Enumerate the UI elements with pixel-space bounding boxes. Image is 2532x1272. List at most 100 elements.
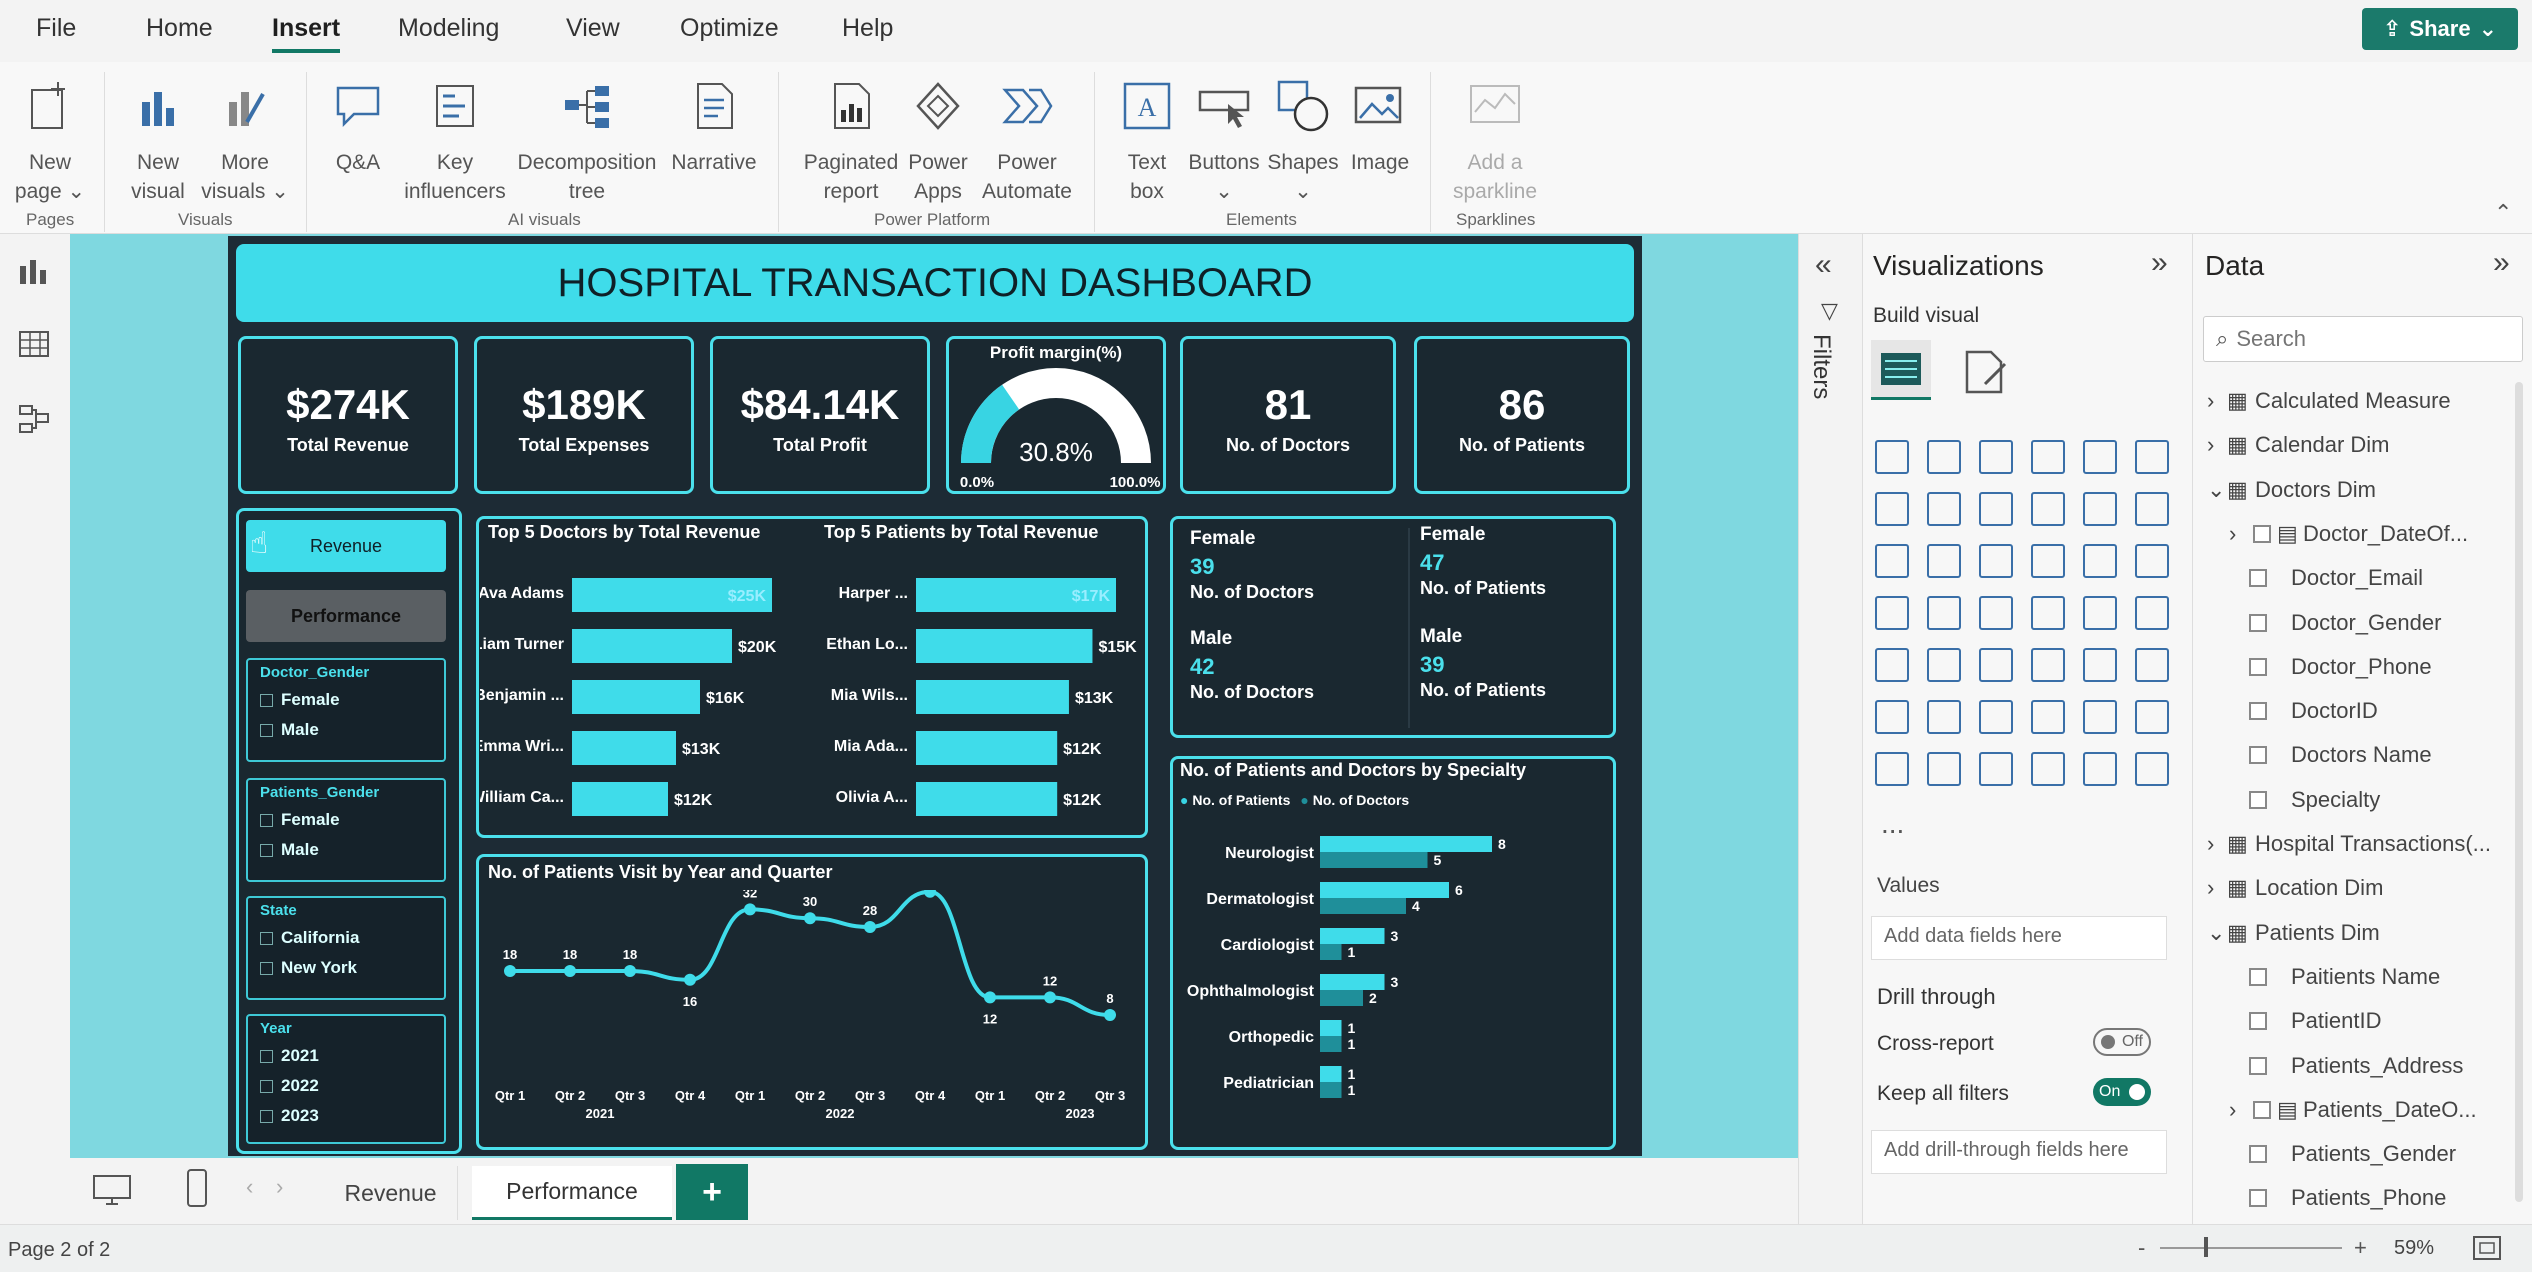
tab-revenue[interactable]: Revenue (324, 1166, 458, 1220)
slicer-year[interactable]: Year 2021 2022 2023 (246, 1014, 446, 1144)
data-search-input[interactable]: ⌕ (2203, 316, 2523, 362)
field-checkbox[interactable] (2249, 746, 2267, 765)
slicer-state[interactable]: State California New York (246, 896, 446, 1000)
bar[interactable] (572, 629, 732, 663)
kpi-total-revenue[interactable]: $274K Total Revenue (238, 336, 458, 494)
values-drop-zone[interactable]: Add data fields here (1871, 916, 2167, 960)
menu-home[interactable]: Home (146, 14, 213, 43)
more-visuals-button[interactable]: More visuals ⌄ (200, 78, 290, 206)
narrative-visual-icon[interactable] (2083, 700, 2117, 734)
field-checkbox[interactable] (2249, 790, 2267, 809)
fit-to-page-icon[interactable] (2472, 1235, 2502, 1261)
key-influencers-visual-icon[interactable] (1927, 700, 1961, 734)
slicer-option-female[interactable]: Female (248, 685, 444, 715)
power-apps-button[interactable]: Power Apps (902, 78, 974, 206)
kpi-total-expenses[interactable]: $189K Total Expenses (474, 336, 694, 494)
kpi-no-of-doctors[interactable]: 81 No. of Doctors (1180, 336, 1396, 494)
line-point[interactable] (624, 965, 636, 977)
filters-pane-collapsed[interactable]: « ▽ Filters (1798, 234, 1862, 1224)
bar[interactable] (916, 731, 1058, 765)
slicer-option-male[interactable]: Male (248, 835, 444, 865)
field-checkbox[interactable] (2249, 1189, 2267, 1208)
chevron-right-icon[interactable]: › (2229, 1097, 2236, 1123)
slicer-option-new-york[interactable]: New York (248, 953, 444, 983)
pie-visual-icon[interactable] (2031, 544, 2065, 578)
bar-patients[interactable] (1320, 882, 1449, 898)
bar-doctors[interactable] (1320, 944, 1342, 960)
new-page-button[interactable]: New page ⌄ (14, 78, 86, 206)
add-sparkline-button[interactable]: Add a sparkline (1440, 78, 1550, 206)
bar[interactable] (572, 680, 700, 714)
expand-left-icon[interactable]: « (1815, 248, 1832, 282)
power-automate-visual-icon[interactable] (2083, 752, 2117, 786)
drill-through-drop-zone[interactable]: Add drill-through fields here (1871, 1130, 2167, 1174)
kpi-total-profit[interactable]: $84.14K Total Profit (710, 336, 930, 494)
field-checkbox[interactable] (2253, 1100, 2271, 1119)
slicer-option-california[interactable]: California (248, 923, 444, 953)
collapse-right-icon[interactable]: » (2151, 246, 2168, 280)
next-page-icon[interactable]: › (276, 1174, 283, 1200)
line-point[interactable] (504, 965, 516, 977)
funnel-visual-icon[interactable] (1927, 544, 1961, 578)
more-visuals-ellipsis[interactable]: ... (1881, 808, 1904, 840)
chevron-right-icon[interactable]: › (2229, 521, 2236, 547)
menu-modeling[interactable]: Modeling (398, 14, 499, 43)
cross-report-toggle[interactable]: Off (2093, 1028, 2151, 1056)
performance-nav-button[interactable]: Performance (246, 590, 446, 642)
menu-insert[interactable]: Insert (272, 14, 341, 53)
slicer-option-2021[interactable]: 2021 (248, 1041, 444, 1071)
line-series[interactable] (510, 890, 1111, 1017)
card-visual-icon[interactable] (2135, 596, 2169, 630)
collapse-ribbon-icon[interactable]: ⌃ (2494, 200, 2512, 226)
report-view-icon[interactable] (16, 254, 52, 286)
bar[interactable] (916, 680, 1069, 714)
clustered-column-visual-icon[interactable] (2031, 440, 2065, 474)
azure-map-visual-icon[interactable] (2031, 596, 2065, 630)
chevron-down-icon[interactable]: ⌄ (2207, 477, 2225, 503)
search-field[interactable] (2236, 326, 2477, 352)
gauge-visual-icon[interactable] (2083, 596, 2117, 630)
kpi-no-of-patients[interactable]: 86 No. of Patients (1414, 336, 1630, 494)
metrics-visual-icon[interactable] (2135, 700, 2169, 734)
menu-help[interactable]: Help (842, 14, 893, 43)
zoom-out-icon[interactable]: - (2138, 1235, 2145, 1261)
revenue-nav-button[interactable]: Revenue (246, 520, 446, 572)
menu-view[interactable]: View (566, 14, 620, 43)
buttons-button[interactable]: Buttons ⌄ (1182, 78, 1266, 206)
qna-button[interactable]: Q&A (318, 78, 398, 177)
power-automate-button[interactable]: Power Automate (974, 78, 1080, 206)
field-checkbox[interactable] (2249, 569, 2267, 588)
chevron-down-icon[interactable]: ⌄ (2207, 920, 2225, 946)
clustered-bar-visual-icon[interactable] (1979, 440, 2013, 474)
donut-visual-icon[interactable] (2083, 544, 2117, 578)
zoom-slider[interactable] (2160, 1247, 2342, 1249)
line-point[interactable] (564, 965, 576, 977)
bar-patients[interactable] (1320, 928, 1385, 944)
100-bar-visual-icon[interactable] (2083, 440, 2117, 474)
slicer-option-female[interactable]: Female (248, 805, 444, 835)
chevron-right-icon[interactable]: › (2207, 388, 2214, 414)
decomposition-tree-visual-icon[interactable] (1979, 700, 2013, 734)
share-button[interactable]: ⇪ Share ⌄ (2362, 8, 2518, 50)
slicer-patients-gender[interactable]: Patients_Gender Female Male (246, 778, 446, 882)
narrative-button[interactable]: Narrative (664, 78, 764, 177)
bar-doctors[interactable] (1320, 852, 1428, 868)
field-checkbox[interactable] (2249, 1145, 2267, 1164)
slicer-option-male[interactable]: Male (248, 715, 444, 745)
mobile-view-icon[interactable] (186, 1168, 208, 1208)
key-influencers-button[interactable]: Key influencers (396, 78, 514, 206)
text-box-button[interactable]: A Text box (1112, 78, 1182, 206)
line-column-visual-icon[interactable] (2031, 492, 2065, 526)
area-visual-icon[interactable] (1927, 492, 1961, 526)
format-visual-icon[interactable] (1963, 348, 2011, 394)
waterfall-visual-icon[interactable] (1875, 544, 1909, 578)
arcgis-visual-icon[interactable] (1927, 752, 1961, 786)
line-point[interactable] (864, 921, 876, 933)
stacked-area-visual-icon[interactable] (1979, 492, 2013, 526)
line-point[interactable] (804, 912, 816, 925)
menu-file[interactable]: File (36, 14, 76, 43)
multirow-card-visual-icon[interactable] (1875, 648, 1909, 682)
line-point[interactable] (744, 903, 756, 916)
filled-map-visual-icon[interactable] (1927, 596, 1961, 630)
ribbon-visual-icon[interactable] (2135, 492, 2169, 526)
